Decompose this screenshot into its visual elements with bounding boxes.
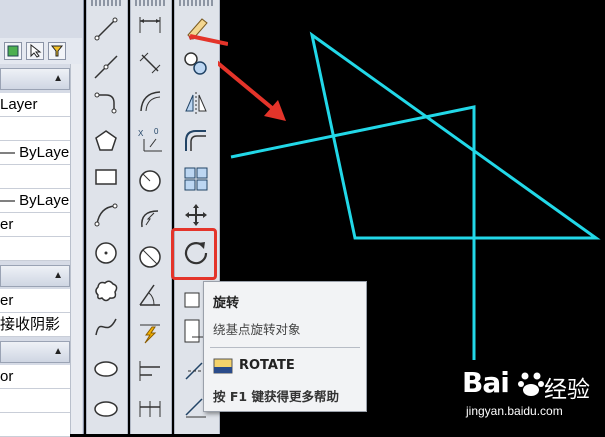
rectangle-icon[interactable]	[91, 162, 121, 192]
section-header-general[interactable]: ▲	[0, 68, 70, 90]
property-value-layer[interactable]: Layer	[0, 93, 70, 117]
angular-dim-icon[interactable]	[135, 280, 165, 310]
diameter-dim-icon[interactable]	[135, 242, 165, 272]
arc-icon[interactable]	[91, 200, 121, 230]
command-line-icon	[213, 358, 233, 374]
properties-palette: ▲ Layer — ByLayer — ByLayer er ▲ er 接收阴影…	[0, 0, 84, 437]
tooltip-title: 旋转	[213, 296, 240, 311]
quick-dim-icon[interactable]	[135, 318, 165, 348]
annotation-arrow-start	[189, 34, 228, 46]
radius-dim-icon[interactable]	[135, 166, 165, 196]
triangle-shape[interactable]	[309, 31, 601, 240]
toolbar-grip[interactable]	[135, 0, 167, 6]
watermark-suffix: 经验	[544, 377, 590, 403]
polygon-icon[interactable]	[91, 126, 121, 156]
toggle-pickadd-icon[interactable]	[4, 42, 22, 60]
draw-toolbar	[86, 0, 128, 434]
paw-icon	[518, 372, 544, 396]
watermark-brand: Bai	[462, 366, 510, 399]
baidu-watermark: Bai 经验 jingyan.baidu.com	[462, 360, 602, 430]
property-value[interactable]	[0, 117, 70, 141]
jogged-dim-icon[interactable]	[135, 204, 165, 234]
baseline-dim-icon[interactable]	[135, 356, 165, 386]
offset-icon[interactable]	[181, 126, 211, 156]
properties-toolbar	[0, 38, 82, 64]
ellipse-arc-icon[interactable]	[91, 392, 121, 422]
quick-select-icon[interactable]	[48, 42, 66, 60]
arc-length-dim-icon[interactable]	[135, 86, 165, 116]
construction-line-icon[interactable]	[91, 52, 121, 82]
tooltip-help: 按 F1 键获得更多帮助	[213, 389, 339, 404]
toolbar-grip[interactable]	[179, 0, 215, 6]
section-header-3d[interactable]: ▲	[0, 265, 70, 287]
tooltip-description: 绕基点旋转对象	[213, 322, 301, 337]
property-value[interactable]	[0, 165, 70, 189]
continue-dim-icon[interactable]	[135, 394, 165, 424]
polyline-icon[interactable]	[91, 88, 121, 118]
property-value[interactable]	[0, 237, 70, 261]
property-value-color[interactable]: or	[0, 365, 70, 389]
revision-cloud-icon[interactable]	[91, 276, 121, 306]
line-icon[interactable]	[91, 14, 121, 44]
array-icon[interactable]	[181, 164, 211, 194]
svg-text:0: 0	[154, 127, 159, 136]
tooltip-command: ROTATE	[239, 358, 295, 373]
watermark-url: jingyan.baidu.com	[466, 404, 563, 418]
select-objects-icon[interactable]	[26, 42, 44, 60]
svg-text:X: X	[138, 129, 144, 138]
dimension-toolbar: X0	[130, 0, 172, 434]
properties-scrollbar[interactable]	[70, 64, 82, 434]
property-value[interactable]	[0, 389, 70, 413]
property-value-shadow[interactable]: 接收阴影	[0, 313, 70, 337]
toolbar-grip[interactable]	[91, 0, 123, 6]
property-value-material[interactable]: er	[0, 289, 70, 313]
rotate-highlight-box	[171, 228, 217, 280]
copy-icon[interactable]	[181, 48, 211, 78]
annotation-arrow	[218, 60, 280, 115]
aligned-dim-icon[interactable]	[135, 48, 165, 78]
spline-icon[interactable]	[91, 312, 121, 342]
ordinate-dim-icon[interactable]: X0	[135, 124, 165, 154]
ellipse-icon[interactable]	[91, 354, 121, 384]
property-value[interactable]	[0, 413, 70, 437]
move-icon[interactable]	[181, 200, 211, 230]
linear-dim-icon[interactable]	[135, 10, 165, 40]
property-value-linetype[interactable]: — ByLayer	[0, 141, 70, 165]
circle-icon[interactable]	[91, 238, 121, 268]
tooltip-separator	[210, 347, 360, 348]
property-value[interactable]: er	[0, 213, 70, 237]
mirror-icon[interactable]	[181, 88, 211, 118]
property-value-lineweight[interactable]: — ByLayer	[0, 189, 70, 213]
rotate-tooltip: 旋转 绕基点旋转对象 ROTATE 按 F1 键获得更多帮助	[203, 281, 367, 412]
section-header-geometry[interactable]: ▲	[0, 341, 70, 363]
